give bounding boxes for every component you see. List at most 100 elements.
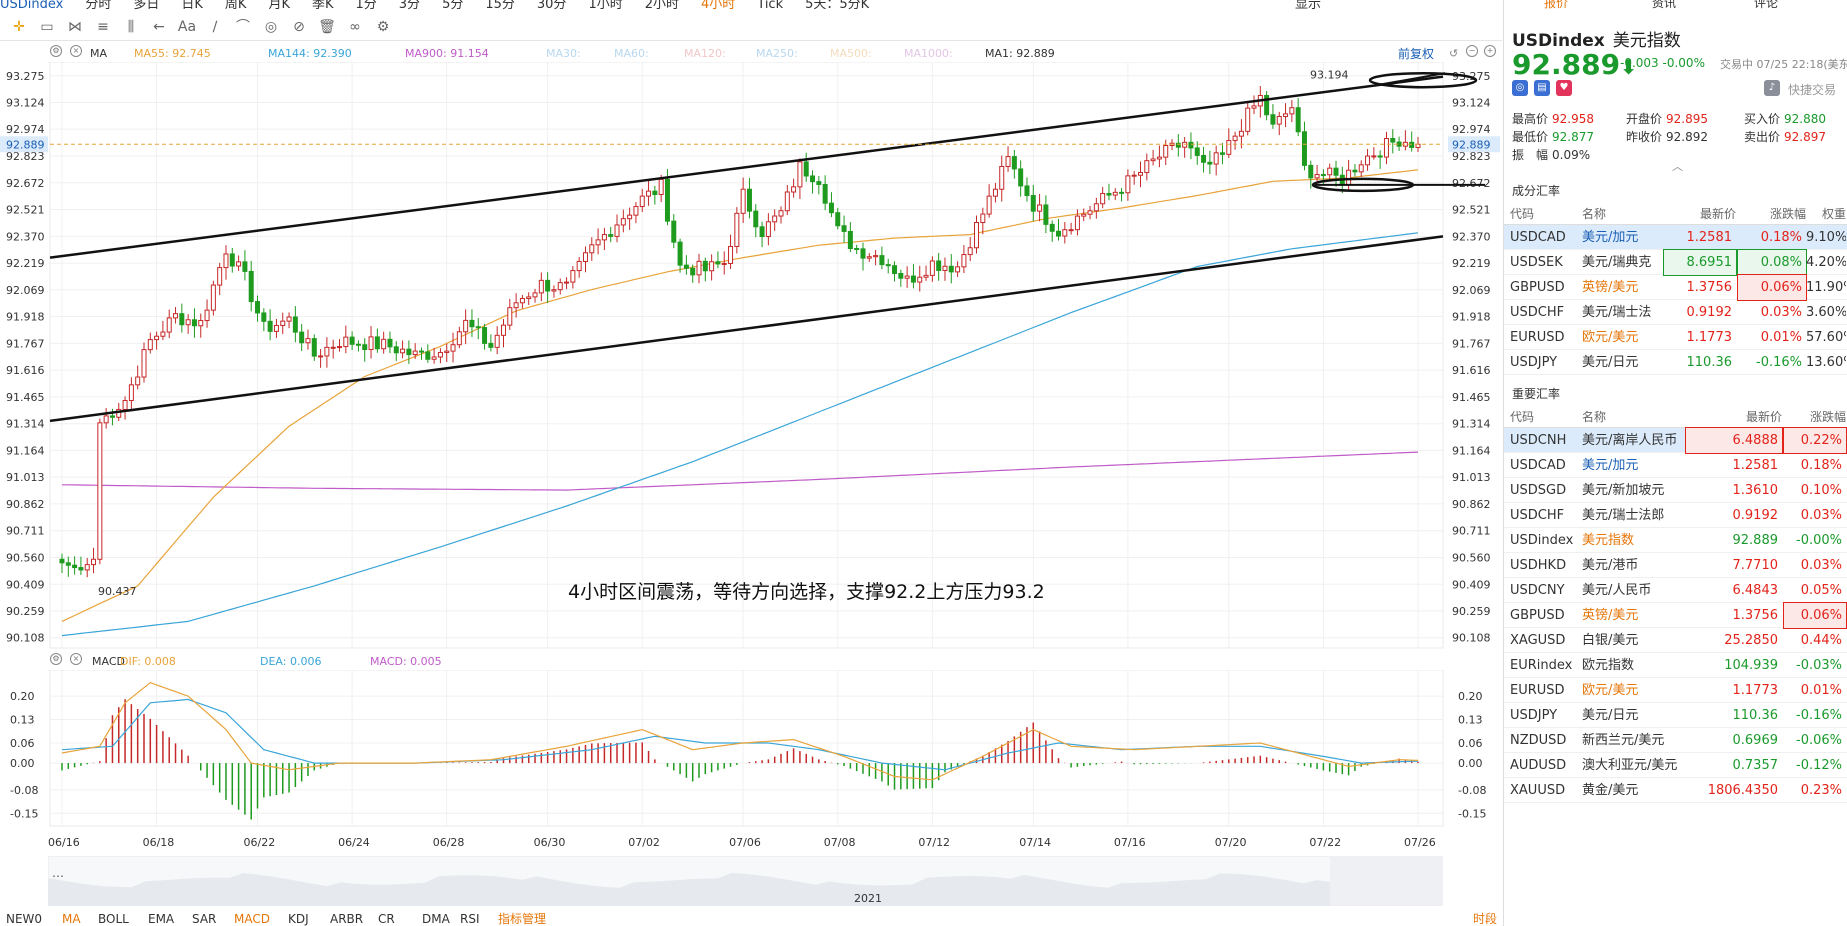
indicator-tab-arbr[interactable]: ARBR bbox=[330, 912, 363, 926]
ma-legend-item[interactable]: MA500: bbox=[830, 45, 872, 63]
column-header[interactable]: 代码 bbox=[1510, 203, 1578, 225]
period-tab-8[interactable]: 3分 bbox=[399, 0, 420, 11]
text-icon[interactable]: Aa bbox=[174, 18, 200, 36]
ma-legend-item[interactable]: MA55: 92.745 bbox=[134, 45, 211, 63]
period-tab-12[interactable]: 1小时 bbox=[588, 0, 622, 11]
ma-legend-item[interactable]: MA900: 91.154 bbox=[405, 45, 489, 63]
indicator-tab-new0[interactable]: NEW0 bbox=[6, 912, 42, 926]
ma-label[interactable]: MA bbox=[90, 45, 107, 63]
column-header[interactable]: 权重 bbox=[1806, 203, 1846, 225]
table-row[interactable]: USDCAD 美元/加元 1.2581 0.18% bbox=[1504, 453, 1847, 478]
column-header[interactable]: 代码 bbox=[1510, 406, 1578, 428]
indicator-tab-dma[interactable]: DMA bbox=[422, 912, 450, 926]
table-row[interactable]: USDSGD 美元/新加坡元 1.3610 0.10% bbox=[1504, 478, 1847, 503]
table-row[interactable]: GBPUSD 英镑/美元 1.3756 0.06% bbox=[1504, 602, 1847, 629]
arrow-icon[interactable]: ← bbox=[146, 18, 172, 36]
adjust-mode-link[interactable]: 前复权 bbox=[1398, 45, 1434, 63]
period-tab-10[interactable]: 15分 bbox=[485, 0, 515, 11]
table-row[interactable]: EURindex 欧元指数 104.939 -0.03% bbox=[1504, 653, 1847, 678]
delete-icon[interactable]: 🗑 bbox=[314, 18, 340, 36]
ma-legend-item[interactable]: MA30: bbox=[546, 45, 581, 63]
panel-tab-0[interactable]: 报价 bbox=[1544, 0, 1568, 9]
quick-trade-button[interactable]: 快捷交易 bbox=[1788, 81, 1836, 98]
column-header[interactable]: 涨跌幅 bbox=[1784, 406, 1846, 428]
ma-legend-item[interactable]: MA60: bbox=[614, 45, 649, 63]
table-row[interactable]: EURUSD 欧元/美元 1.1773 0.01% 57.60% bbox=[1504, 325, 1847, 350]
circle-icon[interactable]: ◎ bbox=[258, 18, 284, 36]
indicator-tab-cr[interactable]: CR bbox=[378, 912, 395, 926]
table-row[interactable]: GBPUSD 英镑/美元 1.3756 0.06%11.90% bbox=[1504, 274, 1847, 301]
period-tab-11[interactable]: 30分 bbox=[537, 0, 567, 11]
panel-tab-1[interactable]: 资讯 bbox=[1652, 0, 1676, 9]
settings-icon[interactable]: ⚙ bbox=[370, 18, 396, 36]
period-tab-2[interactable]: 多日 bbox=[133, 0, 159, 11]
macd-chart[interactable]: 0.20 0.20 0.13 0.13 0.06 0.06 0.00 0.00 -0.08 -0.… bbox=[0, 670, 1502, 852]
table-row[interactable]: USDCHF 美元/瑞士法郎 0.9192 0.03% bbox=[1504, 503, 1847, 528]
hide-icon[interactable]: ⊘ bbox=[286, 18, 312, 36]
table-row[interactable]: USDCAD 美元/加元 1.2581 0.18% 9.10% bbox=[1504, 225, 1847, 250]
ma-legend-item[interactable]: MA250: bbox=[756, 45, 798, 63]
period-tab-13[interactable]: 2小时 bbox=[645, 0, 679, 11]
ma-legend-item[interactable]: MA144: 92.390 bbox=[268, 45, 352, 63]
table-row[interactable]: USDSEK 美元/瑞典克 8.6951 0.08% 4.20% bbox=[1504, 249, 1847, 276]
trend-channel-line[interactable] bbox=[49, 235, 1444, 423]
table-row[interactable]: USDCHF 美元/瑞士法 0.9192 0.03% 3.60% bbox=[1504, 300, 1847, 325]
indicator-tab-macd[interactable]: MACD bbox=[234, 912, 270, 926]
period-tab-9[interactable]: 5分 bbox=[442, 0, 463, 11]
table-row[interactable]: USDCNY 美元/人民币 6.4843 0.05% bbox=[1504, 578, 1847, 603]
arc-icon[interactable]: ⌒ bbox=[230, 18, 256, 36]
lines-icon[interactable]: ≡ bbox=[90, 18, 116, 36]
news-icon[interactable]: ▤ bbox=[1534, 80, 1550, 96]
period-tab-1[interactable]: 分时 bbox=[85, 0, 111, 11]
period-tab-5[interactable]: 月K bbox=[268, 0, 290, 11]
period-tab-4[interactable]: 周K bbox=[225, 0, 247, 11]
time-navigator[interactable]: 2021 ⋯ bbox=[48, 856, 1443, 906]
indicator-tab-rsi[interactable]: RSI bbox=[460, 912, 480, 926]
crosshair-icon[interactable]: ✛ bbox=[6, 18, 32, 36]
trend-channel-line[interactable] bbox=[49, 75, 1444, 259]
indicator-tab-kdj[interactable]: KDJ bbox=[288, 912, 309, 926]
ma-legend-item[interactable]: MA1000: bbox=[904, 45, 953, 63]
column-header[interactable]: 最新价 bbox=[1664, 203, 1736, 225]
line-icon[interactable]: ∕ bbox=[202, 18, 228, 36]
zoom-out-icon[interactable]: − bbox=[1466, 45, 1478, 57]
table-row[interactable]: EURUSD 欧元/美元 1.1773 0.01% bbox=[1504, 678, 1847, 703]
indicator-tab-ma[interactable]: MA bbox=[62, 912, 81, 926]
ma-legend-item[interactable]: MA120: bbox=[684, 45, 726, 63]
navigator-handle-icon[interactable]: ⋯ bbox=[52, 869, 64, 883]
candlestick-chart[interactable]: 93.275 93.27593.124 93.12492.974 92.97492.8… bbox=[0, 62, 1502, 650]
indicator-tab-boll[interactable]: BOLL bbox=[98, 912, 129, 926]
zoom-in-icon[interactable]: + bbox=[1484, 45, 1496, 57]
table-row[interactable]: XAUUSD 黄金/美元 1806.4350 0.23% bbox=[1504, 778, 1847, 803]
period-tab-15[interactable]: Tick bbox=[757, 0, 783, 11]
pitchfork-icon[interactable]: ⋈ bbox=[62, 18, 88, 36]
table-row[interactable]: USDJPY 美元/日元 110.36 -0.16% bbox=[1504, 703, 1847, 728]
indicator-tab-指标管理[interactable]: 指标管理 bbox=[498, 912, 546, 926]
close-icon[interactable]: × bbox=[70, 653, 82, 665]
column-header[interactable]: 最新价 bbox=[1686, 406, 1782, 428]
table-row[interactable]: USDJPY 美元/日元 110.36 -0.16% 13.60% bbox=[1504, 350, 1847, 375]
table-row[interactable]: AUDUSD 澳大利亚元/美元 0.7357 -0.12% bbox=[1504, 753, 1847, 778]
table-row[interactable]: XAGUSD 白银/美元 25.2850 0.44% bbox=[1504, 628, 1847, 653]
column-header[interactable]: 涨跌幅 bbox=[1738, 203, 1806, 225]
favorite-icon[interactable]: ♥ bbox=[1556, 80, 1572, 96]
navigator-selection[interactable] bbox=[1330, 856, 1443, 906]
settings-icon[interactable]: ⚙ bbox=[50, 45, 62, 57]
period-tab-6[interactable]: 季K bbox=[312, 0, 334, 11]
column-header[interactable]: 名称 bbox=[1582, 406, 1686, 428]
period-tab-3[interactable]: 日K bbox=[181, 0, 203, 11]
period-tab-7[interactable]: 1分 bbox=[356, 0, 377, 11]
table-row[interactable]: NZDUSD 新西兰元/美元 0.6969 -0.06% bbox=[1504, 728, 1847, 753]
macd-legend-item[interactable]: MACD: 0.005 bbox=[370, 653, 442, 671]
indicator-tab-sar[interactable]: SAR bbox=[192, 912, 216, 926]
ma-legend-item[interactable]: MA1: 92.889 bbox=[985, 45, 1055, 63]
globe-icon[interactable]: ◎ bbox=[1512, 80, 1528, 96]
session-button[interactable]: 时段 bbox=[1473, 912, 1497, 926]
indicator-tab-ema[interactable]: EMA bbox=[148, 912, 174, 926]
link-icon[interactable]: ∞ bbox=[342, 18, 368, 36]
fib-icon[interactable]: ⫼ bbox=[118, 18, 144, 36]
collapse-icon[interactable]: ︿ bbox=[1672, 158, 1683, 174]
bell-icon[interactable]: ♪ bbox=[1764, 80, 1780, 96]
chart-annotation[interactable]: 4小时区间震荡，等待方向选择，支撑92.2上方压力93.2 bbox=[568, 581, 1045, 603]
column-header[interactable]: 名称 bbox=[1582, 203, 1664, 225]
